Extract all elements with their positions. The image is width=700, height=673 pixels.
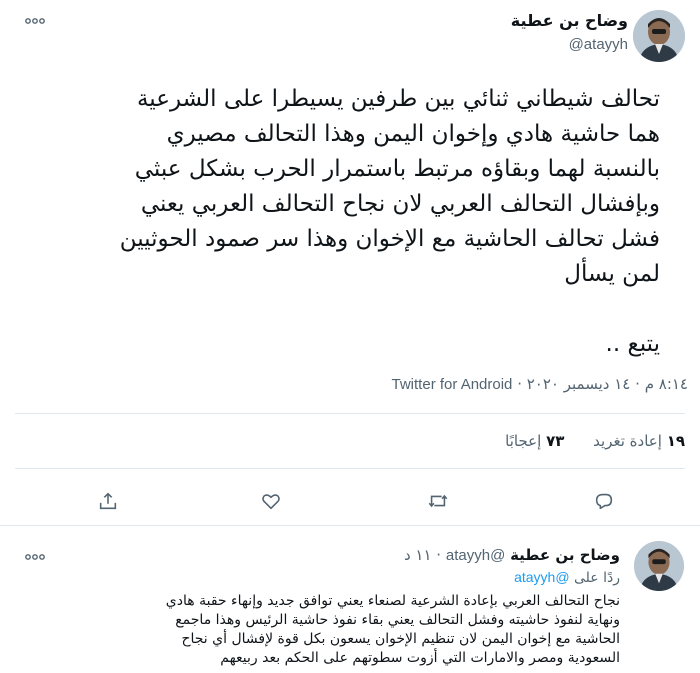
replying-handle-link[interactable]: @atayyh — [514, 569, 569, 585]
divider-top — [15, 413, 685, 414]
divider-bottom — [15, 468, 685, 469]
tweet-actions — [0, 478, 700, 522]
retweets-label[interactable]: إعادة تغريد — [593, 432, 662, 450]
reply-header: وضاح بن عطية @atayyh · ١١ د — [404, 546, 620, 564]
reply-author-handle[interactable]: @atayyh — [446, 547, 505, 564]
reply-author-avatar[interactable] — [634, 541, 684, 591]
meta-separator: · — [635, 375, 640, 393]
reply-text: نجاح التحالف العربي بإعادة الشرعية لصنعا… — [165, 593, 620, 666]
share-icon[interactable] — [93, 486, 123, 516]
tweet-metadata: ٨:١٤ م · ١٤ ديسمبر ٢٠٢٠ · Twitter for An… — [392, 375, 688, 393]
tweet-time[interactable]: ٨:١٤ م — [645, 375, 688, 393]
reply-time[interactable]: ١١ د — [404, 546, 432, 564]
reply-avatar-image — [634, 541, 684, 591]
reply-author-name[interactable]: وضاح بن عطية — [510, 546, 620, 564]
author-name[interactable]: وضاح بن عطية — [511, 11, 628, 30]
tweet-client[interactable]: Twitter for Android — [392, 376, 513, 393]
replying-label: ردًا على — [574, 570, 620, 586]
like-icon[interactable] — [256, 486, 286, 516]
meta-separator-2: · — [517, 375, 522, 393]
reply-separator: · — [436, 546, 442, 564]
author-avatar[interactable] — [633, 10, 685, 62]
retweet-icon[interactable] — [423, 486, 453, 516]
tweet-stats: ١٩ إعادة تغريد ٧٣ إعجابًا — [505, 432, 685, 450]
reply-icon[interactable] — [589, 486, 619, 516]
replying-to: ردًا على @atayyh — [514, 569, 620, 586]
more-horizontal-icon[interactable] — [25, 14, 45, 29]
reply-more-horizontal-icon[interactable] — [25, 550, 45, 565]
tweet-date[interactable]: ١٤ ديسمبر ٢٠٢٠ — [527, 375, 631, 393]
likes-count[interactable]: ٧٣ — [546, 432, 564, 450]
avatar-image — [633, 10, 685, 62]
tweet-text: تحالف شيطاني ثنائي بين طرفين يسيطرا على … — [119, 86, 660, 357]
author-handle[interactable]: @atayyh — [569, 36, 628, 53]
likes-label[interactable]: إعجابًا — [505, 432, 541, 450]
retweets-count[interactable]: ١٩ — [667, 432, 685, 450]
main-tweet: وضاح بن عطية @atayyh تحالف شيطاني ثنائي … — [0, 0, 700, 526]
